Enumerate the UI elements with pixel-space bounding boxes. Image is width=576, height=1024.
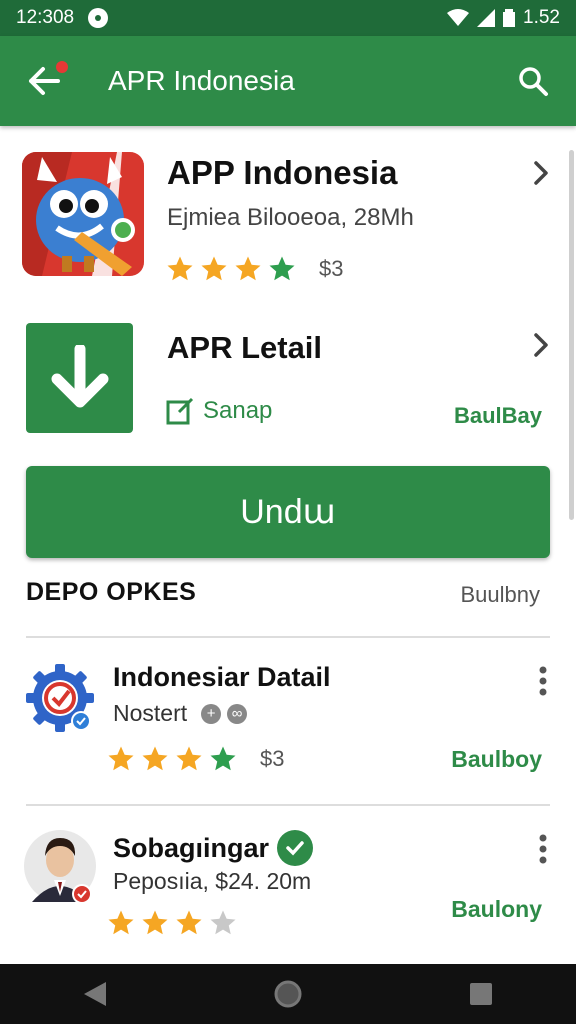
scrollbar[interactable] <box>569 150 574 520</box>
detail-title: APR Letail <box>167 330 323 365</box>
list-item-subtitle: Peposıia, $24. 20m <box>113 868 312 894</box>
divider <box>26 636 550 638</box>
list-item-link[interactable]: Baulboy <box>451 746 542 773</box>
back-arrow-icon <box>29 67 60 95</box>
chevron-right-icon[interactable] <box>528 332 554 358</box>
star-icon <box>176 910 202 935</box>
download-arrow-icon <box>51 345 108 408</box>
status-time: 12:308 <box>16 7 75 28</box>
nav-back-icon[interactable] <box>82 980 108 1008</box>
gear-app-icon <box>24 662 96 734</box>
list-item-rating <box>106 908 238 938</box>
info-icon: + <box>201 703 222 724</box>
notification-icon <box>88 8 109 28</box>
list-item[interactable]: Indonesiar Datail Nostert + ∞ $3 Baulboy <box>0 662 576 812</box>
page-title: APR Indonesia <box>108 65 295 96</box>
list-item-title-row: Sobagıingar <box>113 830 314 866</box>
app-rating: $3 <box>165 254 343 284</box>
list-item[interactable]: Sobagıingar Peposıia, $24. 20m Baulony <box>0 830 576 980</box>
link-icon: ∞ <box>227 703 248 724</box>
list-item-title: Sobagıingar <box>113 832 270 863</box>
star-icon <box>167 256 193 281</box>
star-icon <box>201 256 227 281</box>
system-nav-bar <box>0 964 576 1024</box>
sanap-label: Sanap <box>203 397 273 424</box>
app-developer-size: Ejmiea Bilooeoa, 28Mh <box>167 204 414 231</box>
star-icon <box>108 746 134 771</box>
star-icon <box>269 256 295 281</box>
app-price: $3 <box>319 256 344 281</box>
chevron-right-icon[interactable] <box>528 160 554 186</box>
star-empty-icon <box>210 910 236 935</box>
detail-link[interactable]: BaulBay <box>454 403 542 429</box>
app-icon <box>22 152 144 276</box>
nav-recents-icon[interactable] <box>468 981 494 1007</box>
list-item-title: Indonesiar Datail <box>113 662 331 692</box>
avatar <box>24 830 96 904</box>
star-icon <box>108 910 134 935</box>
list-item-rating: $3 <box>106 744 284 774</box>
list-item-price: $3 <box>260 746 285 771</box>
section-title: DEPO OPKES <box>26 578 197 606</box>
detail-row[interactable]: APR Letail Sanap BaulBay <box>0 318 576 438</box>
install-button[interactable]: Undա <box>26 466 550 558</box>
divider <box>26 804 550 806</box>
status-bar: 12:308 1.52 <box>0 0 576 36</box>
list-item-subtitle: Nostert + ∞ <box>113 700 248 727</box>
notification-badge <box>56 61 68 73</box>
app-mascot-icon <box>22 152 144 276</box>
list-item-developer: Nostert <box>113 700 188 726</box>
more-options-icon[interactable] <box>538 666 548 696</box>
section-more-link[interactable]: Buulbny <box>460 582 540 608</box>
download-icon-tile[interactable] <box>26 323 133 433</box>
wifi-icon <box>447 9 470 26</box>
star-icon <box>235 256 261 281</box>
search-icon <box>519 67 548 96</box>
more-options-icon[interactable] <box>538 834 548 864</box>
signal-icon <box>477 9 496 27</box>
sanap-action[interactable]: Sanap <box>165 396 272 426</box>
star-icon <box>210 746 236 771</box>
featured-app-row[interactable]: APP Indonesia Ejmiea Bilooeoa, 28Mh $3 <box>0 140 576 300</box>
verified-icon <box>277 830 314 866</box>
battery-icon <box>503 9 516 27</box>
star-icon <box>142 746 168 771</box>
battery-level: 1.52 <box>523 7 560 28</box>
app-title: APP Indonesia <box>167 154 398 191</box>
star-icon <box>142 910 168 935</box>
nav-home-icon[interactable] <box>273 979 303 1009</box>
list-item-link[interactable]: Baulony <box>451 896 542 923</box>
edit-icon <box>166 397 194 425</box>
back-button[interactable] <box>14 51 74 111</box>
search-button[interactable] <box>508 56 558 106</box>
app-bar: APR Indonesia <box>0 36 576 126</box>
star-icon <box>176 746 202 771</box>
